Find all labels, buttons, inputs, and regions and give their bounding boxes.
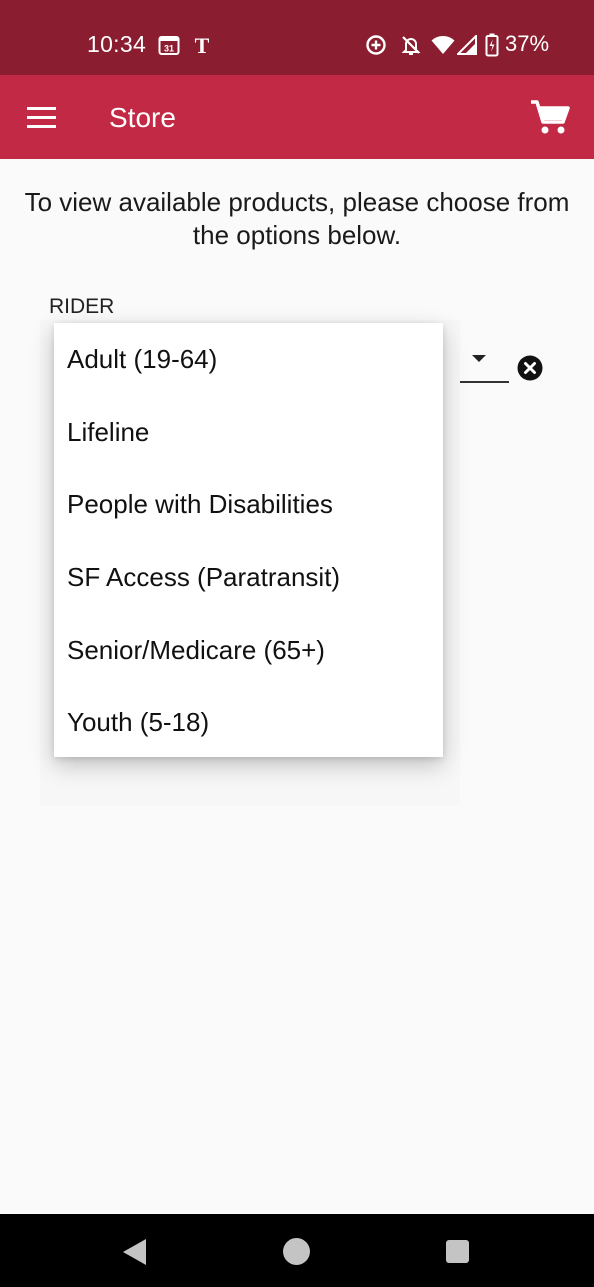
battery-icon <box>485 33 499 62</box>
wifi-icon <box>431 35 455 60</box>
intro-text: To view available products, please choos… <box>24 187 570 250</box>
data-saver-icon <box>365 34 387 61</box>
calendar-icon: 31 <box>158 34 180 61</box>
app-bar: Store <box>0 75 594 159</box>
dropdown-option-sf-access[interactable]: SF Access (Paratransit) <box>67 562 340 592</box>
chevron-down-icon[interactable] <box>470 352 488 370</box>
rider-dropdown-menu: Adult (19-64) Lifeline People with Disab… <box>54 323 443 757</box>
hamburger-menu-icon[interactable] <box>22 99 62 135</box>
status-time: 10:34 <box>87 31 147 57</box>
battery-percent: 37% <box>505 31 550 56</box>
recents-icon[interactable] <box>446 1240 469 1263</box>
page-title: Store <box>109 102 176 133</box>
signal-icon <box>455 33 477 60</box>
dropdown-option-adult[interactable]: Adult (19-64) <box>67 344 217 374</box>
nyt-icon: T <box>192 33 212 62</box>
home-icon[interactable] <box>283 1238 310 1265</box>
back-icon[interactable] <box>120 1237 148 1272</box>
dropdown-option-senior[interactable]: Senior/Medicare (65+) <box>67 635 325 665</box>
status-bar: 10:34 31 T 37% <box>0 0 594 75</box>
svg-text:31: 31 <box>164 44 174 54</box>
clear-selection-icon[interactable] <box>516 354 544 382</box>
svg-text:T: T <box>195 33 210 57</box>
rider-label: RIDER <box>49 295 115 318</box>
dropdown-option-disabilities[interactable]: People with Disabilities <box>67 489 333 519</box>
shopping-cart-icon[interactable] <box>528 97 572 137</box>
dropdown-option-lifeline[interactable]: Lifeline <box>67 417 149 447</box>
mute-icon <box>400 34 422 61</box>
dropdown-option-youth[interactable]: Youth (5-18) <box>67 707 209 737</box>
system-nav-bar <box>0 1214 594 1287</box>
